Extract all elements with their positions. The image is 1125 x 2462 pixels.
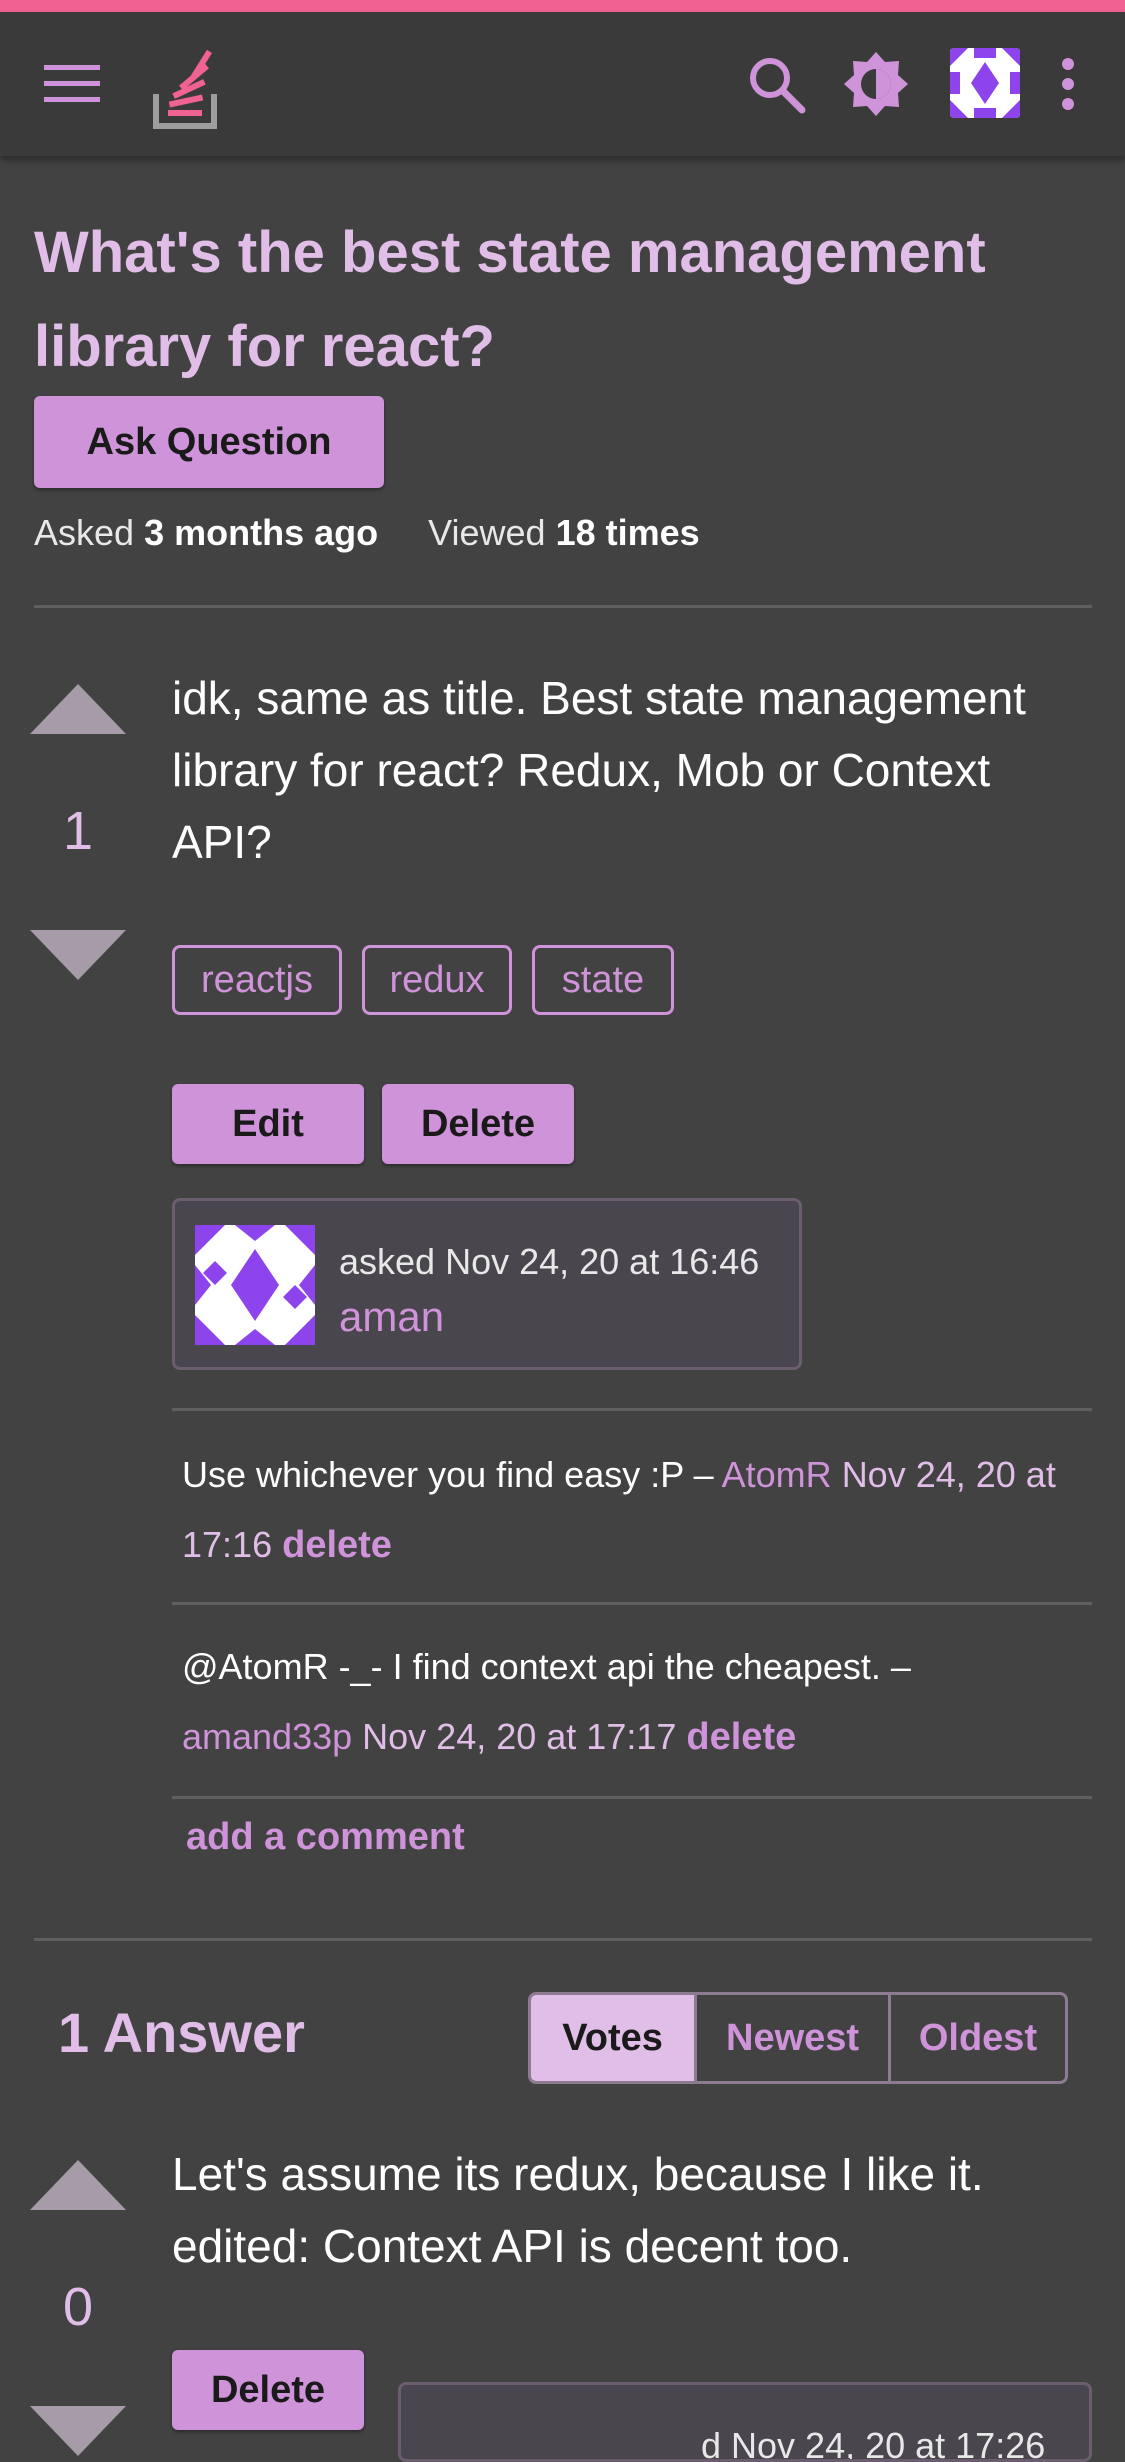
upvote-icon[interactable] [30, 684, 126, 734]
divider [172, 1408, 1092, 1411]
answer-sort-toggle: Votes Newest Oldest [528, 1992, 1068, 2084]
asked-value: 3 months ago [144, 512, 379, 553]
question-vote-count: 1 [62, 801, 94, 861]
delete-button[interactable]: Delete [382, 1084, 574, 1164]
question-meta: Asked 3 months ago Viewed 18 times [34, 512, 700, 554]
asker-card: asked Nov 24, 20 at 16:46 aman [172, 1198, 802, 1370]
comment-user[interactable]: AtomR [722, 1454, 832, 1495]
ask-question-button[interactable]: Ask Question [34, 396, 384, 488]
answer-body: Let's assume its redux, because I like i… [172, 2148, 984, 2272]
sort-oldest-button[interactable]: Oldest [887, 1995, 1065, 2081]
viewed-label: Viewed [428, 512, 546, 553]
add-comment-link[interactable]: add a comment [186, 1816, 465, 1859]
answer-delete-button[interactable]: Delete [172, 2350, 364, 2430]
sort-votes-button[interactable]: Votes [531, 1995, 695, 2081]
comment-delete-link[interactable]: delete [282, 1524, 392, 1566]
divider [172, 1796, 1092, 1799]
comment-date: Nov 24, 20 at 17:17 [362, 1716, 677, 1757]
search-icon[interactable] [740, 48, 812, 120]
stackoverflow-logo-icon[interactable] [150, 48, 220, 132]
app-bar [0, 12, 1125, 156]
question-title[interactable]: What's the best state management library… [34, 206, 1074, 394]
downvote-icon[interactable] [30, 2406, 126, 2456]
divider [172, 1602, 1092, 1605]
accent-bar [0, 0, 1125, 12]
viewed-value: 18 times [555, 512, 700, 553]
divider [34, 605, 1092, 608]
comment: Use whichever you find easy :P – AtomR N… [182, 1440, 1082, 1580]
asker-avatar[interactable] [195, 1225, 315, 1345]
asker-name[interactable]: aman [339, 1293, 444, 1341]
asked-label: Asked [34, 512, 135, 553]
answers-heading: 1 Answer [58, 2001, 305, 2064]
comment-text: @AtomR -_- I find context api the cheape… [182, 1646, 911, 1687]
asked-timestamp: asked Nov 24, 20 at 16:46 [339, 1241, 760, 1282]
divider [34, 1938, 1092, 1941]
tag-state[interactable]: state [532, 945, 674, 1015]
comment-delete-link[interactable]: delete [686, 1716, 796, 1758]
menu-icon[interactable] [40, 60, 104, 108]
answered-timestamp: d Nov 24, 20 at 17:26 [701, 2425, 1046, 2462]
more-vert-icon[interactable] [1050, 48, 1086, 120]
tag-reactjs[interactable]: reactjs [172, 945, 342, 1015]
sort-newest-button[interactable]: Newest [694, 1995, 888, 2081]
comment-user[interactable]: amand33p [182, 1716, 352, 1757]
comment: @AtomR -_- I find context api the cheape… [182, 1632, 1082, 1772]
theme-toggle-icon[interactable] [840, 48, 912, 120]
downvote-icon[interactable] [30, 930, 126, 980]
upvote-icon[interactable] [30, 2160, 126, 2210]
edit-button[interactable]: Edit [172, 1084, 364, 1164]
question-body: idk, same as title. Best state managemen… [172, 672, 1026, 868]
answerer-card: d Nov 24, 20 at 17:26 [398, 2382, 1092, 2462]
tag-redux[interactable]: redux [362, 945, 512, 1015]
answer-vote-count: 0 [62, 2277, 94, 2337]
comment-text: Use whichever you find easy :P – [182, 1454, 722, 1495]
user-avatar[interactable] [950, 48, 1020, 118]
